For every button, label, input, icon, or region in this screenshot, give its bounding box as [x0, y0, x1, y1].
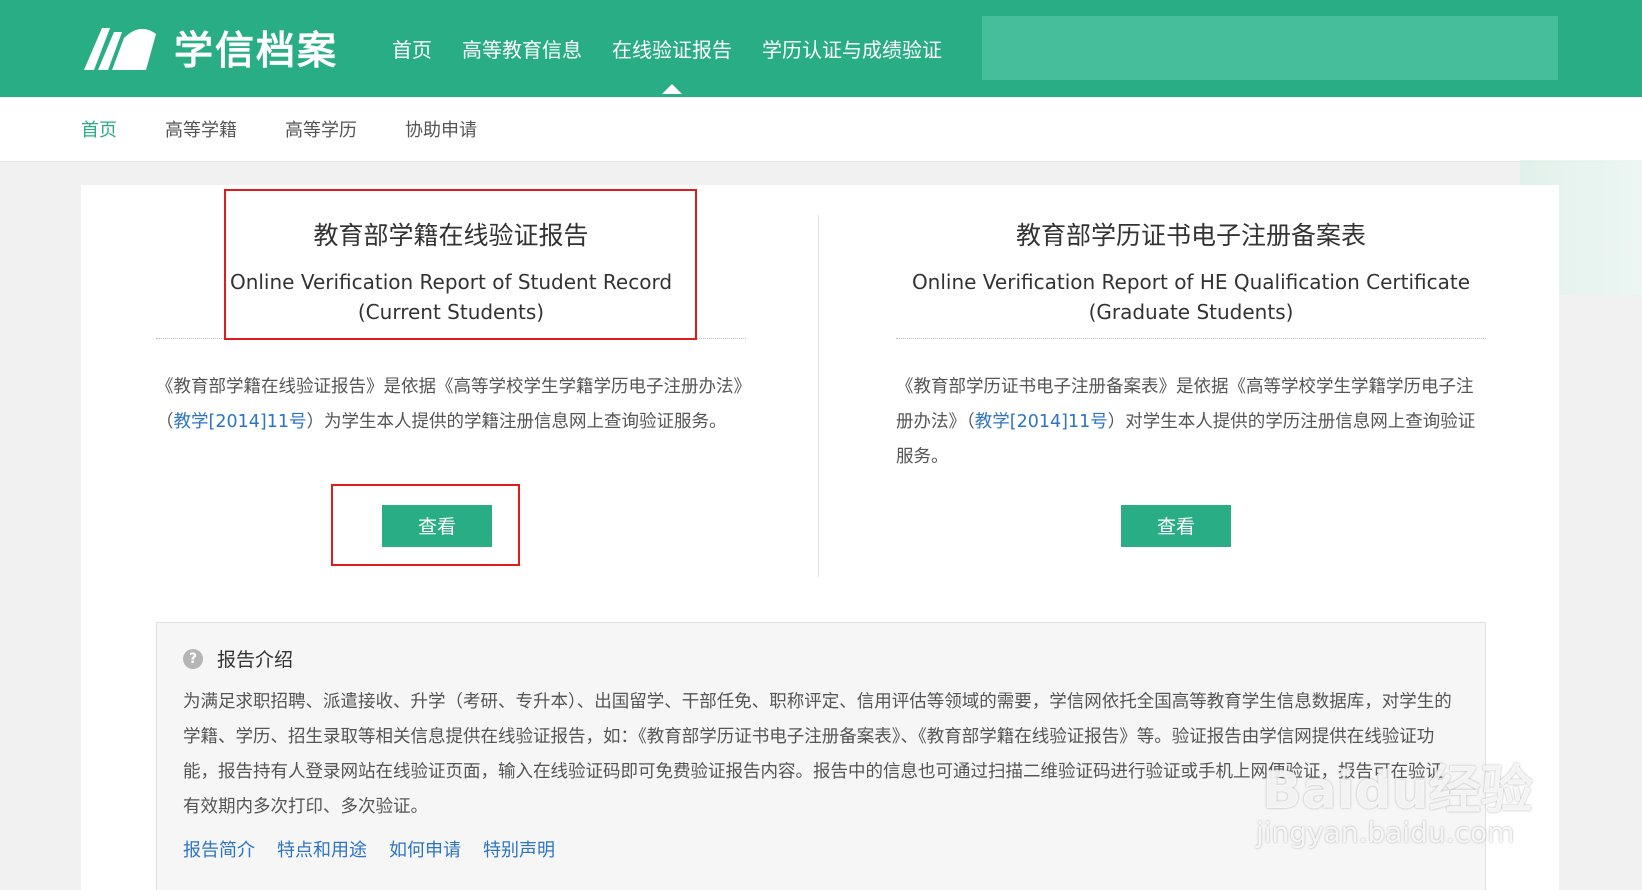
subnav-home[interactable]: 首页 [81, 116, 117, 142]
logo[interactable]: 学信档案 [80, 20, 338, 76]
nav-home[interactable]: 首页 [392, 34, 432, 63]
desc-text: ）为学生本人提供的学籍注册信息网上查询验证服务。 [306, 412, 727, 432]
report-subtitle-line2: (Graduate Students) [1088, 300, 1294, 324]
intro-header: ? 报告介绍 [183, 645, 293, 672]
nav-online-verification-report[interactable]: 在线验证报告 [612, 34, 732, 94]
report-subtitle-line1: Online Verification Report of HE Qualifi… [911, 270, 1471, 294]
intro-links: 报告简介 特点和用途 如何申请 特别声明 [183, 836, 577, 862]
regulation-link[interactable]: 教学[2014]11号 [174, 412, 307, 432]
watermark-line1: Baidu经验 [1262, 761, 1533, 821]
report-description: 《教育部学历证书电子注册备案表》是依据《高等学校学生学籍学历电子注册办法》（教学… [896, 370, 1486, 475]
regulation-link[interactable]: 教学[2014]11号 [975, 412, 1108, 432]
link-report-overview[interactable]: 报告简介 [183, 836, 255, 862]
logo-text: 学信档案 [174, 29, 339, 74]
subnav-assist-apply[interactable]: 协助申请 [405, 116, 477, 142]
report-subtitle: Online Verification Report of HE Qualifi… [896, 267, 1486, 327]
report-description: 《教育部学籍在线验证报告》是依据《高等学校学生学籍学历电子注册办法》（教学[20… [156, 370, 746, 440]
nav-higher-education-info[interactable]: 高等教育信息 [462, 34, 582, 63]
highlight-box-report-title [224, 189, 697, 340]
header-blank-panel [982, 16, 1558, 80]
view-degree-certificate-button[interactable]: 查看 [1121, 505, 1231, 547]
divider [896, 338, 1486, 339]
highlight-box-view-button [331, 484, 520, 566]
link-features-uses[interactable]: 特点和用途 [277, 836, 367, 862]
column-divider [818, 215, 819, 577]
intro-title: 报告介绍 [217, 649, 294, 671]
report-title: 教育部学历证书电子注册备案表 [1015, 221, 1366, 250]
link-how-to-apply[interactable]: 如何申请 [389, 836, 461, 862]
link-special-statement[interactable]: 特别声明 [483, 836, 555, 862]
baidu-watermark: Baidu经验 jingyan.baidu.com [1256, 748, 1533, 849]
sub-nav: 首页 高等学籍 高等学历 协助申请 [0, 97, 1642, 162]
subnav-student-record[interactable]: 高等学籍 [165, 116, 237, 142]
question-circle-icon: ? [183, 648, 203, 669]
subnav-degree-record[interactable]: 高等学历 [285, 116, 357, 142]
nav-degree-certification[interactable]: 学历认证与成绩验证 [762, 34, 942, 63]
logo-book-icon [84, 28, 156, 70]
main-nav: 首页 高等教育信息 在线验证报告 学历认证与成绩验证 [392, 0, 972, 97]
watermark-line2: jingyan.baidu.com [1256, 816, 1515, 849]
top-header: 学信档案 首页 高等教育信息 在线验证报告 学历认证与成绩验证 [0, 0, 1642, 97]
